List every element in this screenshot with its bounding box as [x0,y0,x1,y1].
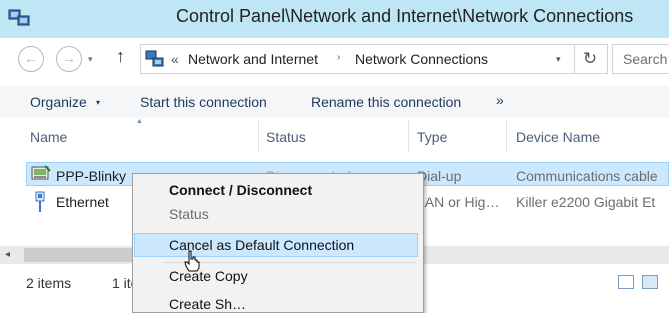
more-commands-button[interactable]: » [496,92,504,108]
refresh-button[interactable]: ↻ [574,45,605,73]
breadcrumb-network-and-internet[interactable]: Network and Internet [188,51,318,67]
scroll-left-arrow-icon[interactable]: ◂ [5,249,10,260]
column-header-name[interactable]: Name [30,129,67,145]
recent-locations-dropdown[interactable]: ▾ [88,54,93,65]
column-divider[interactable] [258,120,259,152]
column-header-status[interactable]: Status [266,129,306,145]
menu-item-connect-disconnect[interactable]: Connect / Disconnect [169,182,312,198]
window-title: Control Panel\Network and Internet\Netwo… [176,6,634,26]
menu-item-create-copy[interactable]: Create Copy [169,268,248,284]
breadcrumb-separator-icon[interactable]: › [337,52,340,63]
connection-name: Ethernet [56,194,109,210]
network-connections-app-icon [8,9,30,26]
back-button[interactable]: ← [18,46,44,72]
connection-device-name: Killer e2200 Gigabit Et [516,194,656,210]
organize-dropdown-icon[interactable]: ▾ [96,98,100,107]
column-divider[interactable] [408,120,409,152]
menu-item-create-shortcut[interactable]: Create Sh… [169,296,246,312]
start-connection-button[interactable]: Start this connection [140,94,267,110]
scrollbar-thumb[interactable] [24,248,134,262]
hand-cursor-icon [184,250,200,272]
connection-device-name: Communications cable [516,168,658,184]
column-header-type[interactable]: Type [417,129,447,145]
organize-button[interactable]: Organize [30,94,87,110]
network-location-icon [145,50,164,67]
column-divider[interactable] [506,120,507,152]
breadcrumb-network-connections[interactable]: Network Connections [355,51,488,67]
rename-connection-button[interactable]: Rename this connection [311,94,461,110]
details-view-icon[interactable] [618,275,634,289]
menu-item-status[interactable]: Status [169,206,209,222]
connection-name: PPP-Blinky [56,168,127,184]
item-count: 2 items [26,275,72,291]
ethernet-connection-icon [35,191,45,212]
search-placeholder: Search [623,51,668,67]
dialup-connection-icon [31,165,51,180]
connection-type: LAN or Hig… [417,194,500,210]
column-header-device-name[interactable]: Device Name [516,129,600,145]
sort-ascending-icon: ▲ [136,118,143,125]
address-overflow-chevron[interactable]: « [171,51,179,67]
forward-button[interactable]: → [56,46,82,72]
up-button[interactable]: ↑ [116,46,125,67]
address-dropdown-icon[interactable]: ▾ [556,54,561,65]
menu-separator [164,262,416,263]
large-icons-view-icon[interactable] [642,275,658,289]
